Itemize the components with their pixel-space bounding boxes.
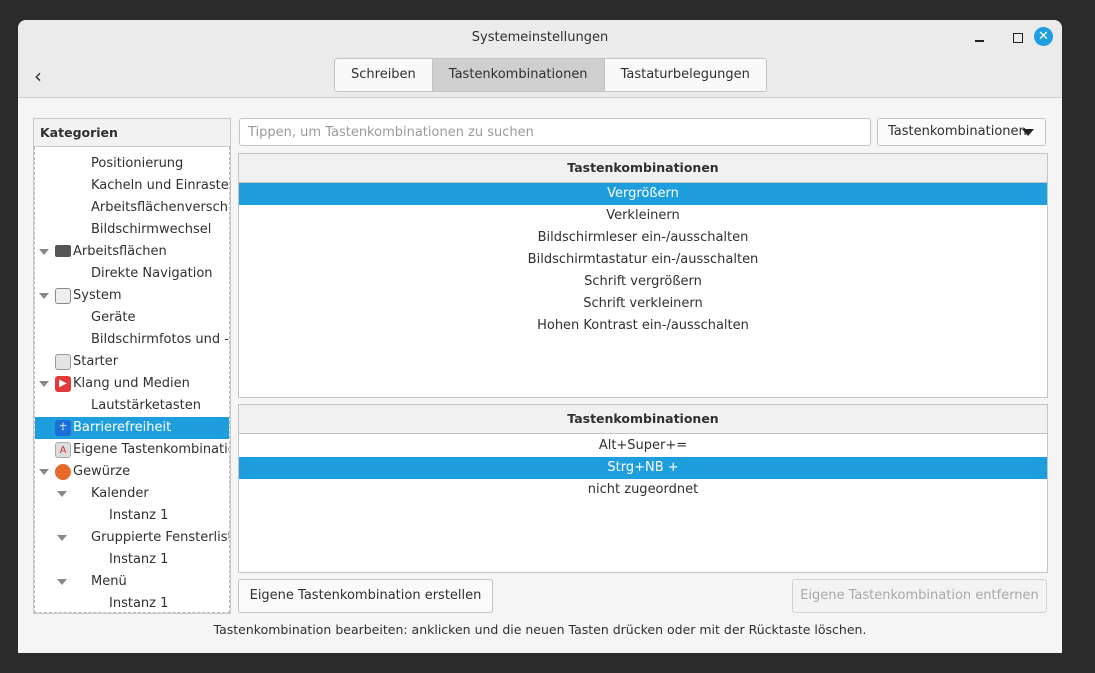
sidebar-item[interactable]: Menü (35, 571, 229, 593)
system-icon (55, 288, 71, 304)
sidebar-item-label: Starter (73, 354, 119, 369)
shortcut-row[interactable]: Bildschirmleser ein-/ausschalten (239, 227, 1047, 249)
tab-schreiben[interactable]: Schreiben (335, 59, 433, 91)
sidebar-item[interactable]: Instanz 1 (35, 593, 229, 612)
shortcut-row[interactable]: Verkleinern (239, 205, 1047, 227)
sidebar-item[interactable]: Arbeitsflächen (35, 241, 229, 263)
shortcuts-table-header[interactable]: Tastenkombinationen (239, 154, 1047, 183)
sidebar-item-label: System (73, 288, 122, 303)
expander-arrow-icon[interactable] (39, 293, 49, 299)
shortcut-row[interactable]: Vergrößern (239, 183, 1047, 205)
custom-shortcut-icon: A (55, 442, 71, 458)
sidebar-item-label: Arbeitsflächen (73, 244, 167, 259)
media-play-icon: ▶ (55, 376, 71, 392)
sidebar-item-label: Geräte (91, 310, 136, 325)
shortcut-row[interactable]: Bildschirmtastatur ein-/ausschalten (239, 249, 1047, 271)
tab-tastenkombinationen[interactable]: Tastenkombinationen (432, 59, 605, 91)
sidebar-item[interactable]: ▶ Klang und Medien (35, 373, 229, 395)
category-sidebar: Kategorien Positionierung Kacheln und Ein… (33, 118, 231, 614)
sidebar-item-label: Instanz 1 (109, 596, 169, 611)
expander-arrow-icon[interactable] (39, 469, 49, 475)
chevron-left-icon[interactable]: ‹ (34, 64, 42, 88)
sidebar-item-label: Positionierung (91, 156, 184, 171)
shortcut-row[interactable]: Schrift verkleinern (239, 293, 1047, 315)
filter-dropdown-value: Tastenkombinationen (888, 124, 1027, 139)
sidebar-item[interactable]: Geräte (35, 307, 229, 329)
sidebar-item[interactable]: Starter (35, 351, 229, 373)
sidebar-item[interactable]: Gruppierte Fensterliste (35, 527, 229, 549)
sidebar-item-label: Klang und Medien (73, 376, 190, 391)
filter-dropdown[interactable]: Tastenkombinationen (877, 118, 1046, 146)
sidebar-item[interactable]: Lautstärketasten (35, 395, 229, 417)
sidebar-item[interactable]: Positionierung (35, 153, 229, 175)
sidebar-item[interactable]: Arbeitsflächenverschieb (35, 197, 229, 219)
binding-row[interactable]: nicht zugeordnet (239, 479, 1047, 501)
tab-bar: Schreiben Tastenkombinationen Tastaturbele… (334, 58, 767, 92)
shortcuts-table: Tastenkombinationen Vergrößern Verkleiner… (238, 153, 1048, 398)
monitor-icon (55, 245, 71, 257)
sidebar-item-label: Arbeitsflächenverschieb (91, 200, 229, 215)
sidebar-item[interactable]: A Eigene Tastenkombination (35, 439, 229, 461)
expander-arrow-icon[interactable] (57, 579, 67, 585)
minimize-button[interactable] (970, 28, 990, 48)
sidebar-item[interactable]: Instanz 1 (35, 549, 229, 571)
sidebar-item[interactable]: Bildschirmwechsel (35, 219, 229, 241)
sidebar-item-label: Instanz 1 (109, 552, 169, 567)
chevron-down-icon (1022, 129, 1034, 136)
sidebar-item-label: Gewürze (73, 464, 131, 479)
sidebar-item[interactable]: Instanz 1 (35, 505, 229, 527)
expander-arrow-icon[interactable] (39, 249, 49, 255)
remove-custom-shortcut-button[interactable]: Eigene Tastenkombination entfernen (792, 579, 1047, 613)
sidebar-item-label: Direkte Navigation (91, 266, 213, 281)
sidebar-item[interactable]: Bildschirmfotos und -au (35, 329, 229, 351)
expander-arrow-icon[interactable] (57, 491, 67, 497)
cinnamon-icon (55, 464, 71, 480)
accessibility-icon: ☥ (55, 420, 71, 436)
maximize-button[interactable] (1008, 28, 1028, 48)
sidebar-item[interactable]: Kacheln und Einrasten (35, 175, 229, 197)
binding-row[interactable]: Alt+Super+= (239, 435, 1047, 457)
settings-window: Systemeinstellungen ‹ ✕ Schreiben Tastenk… (18, 20, 1062, 653)
sidebar-header: Kategorien (34, 119, 230, 147)
sidebar-item-label: Kacheln und Einrasten (91, 178, 230, 193)
sidebar-item-label: Instanz 1 (109, 508, 169, 523)
category-tree[interactable]: Positionierung Kacheln und Einrasten Arbei… (34, 147, 230, 613)
bindings-table-header[interactable]: Tastenkombinationen (239, 405, 1047, 434)
close-button[interactable]: ✕ (1034, 27, 1053, 46)
sidebar-item-label: Gruppierte Fensterliste (91, 530, 230, 545)
binding-row[interactable]: Strg+NB + (239, 457, 1047, 479)
status-hint: Tastenkombination bearbeiten: anklicken … (213, 622, 867, 637)
header-bar: Systemeinstellungen ‹ ✕ Schreiben Tastenk… (18, 20, 1062, 98)
sidebar-item-label: Lautstärketasten (91, 398, 201, 413)
sidebar-item-label: Kalender (91, 486, 149, 501)
add-custom-shortcut-button[interactable]: Eigene Tastenkombination erstellen (238, 579, 493, 613)
sidebar-item-label: Eigene Tastenkombination (73, 442, 230, 457)
expander-arrow-icon[interactable] (57, 535, 67, 541)
sidebar-item[interactable]: ☥ Barrierefreiheit (35, 417, 229, 439)
window-title: Systemeinstellungen (471, 30, 609, 45)
sidebar-item[interactable]: Gewürze (35, 461, 229, 483)
sidebar-item-label: Bildschirmfotos und -au (91, 332, 230, 347)
sidebar-item-label: Barrierefreiheit (73, 420, 172, 435)
sidebar-item[interactable]: Direkte Navigation (35, 263, 229, 285)
shortcut-row[interactable]: Schrift vergrößern (239, 271, 1047, 293)
sidebar-item[interactable]: Kalender (35, 483, 229, 505)
launcher-icon (55, 354, 71, 370)
tab-tastaturbelegungen[interactable]: Tastaturbelegungen (605, 59, 766, 91)
bindings-table: Tastenkombinationen Alt+Super+= Strg+NB +… (238, 404, 1048, 573)
shortcut-row[interactable]: Hohen Kontrast ein-/ausschalten (239, 315, 1047, 337)
search-input[interactable] (239, 118, 871, 146)
sidebar-item[interactable]: System (35, 285, 229, 307)
expander-arrow-icon[interactable] (39, 381, 49, 387)
sidebar-item-label: Menü (91, 574, 127, 589)
sidebar-item-label: Bildschirmwechsel (91, 222, 212, 237)
